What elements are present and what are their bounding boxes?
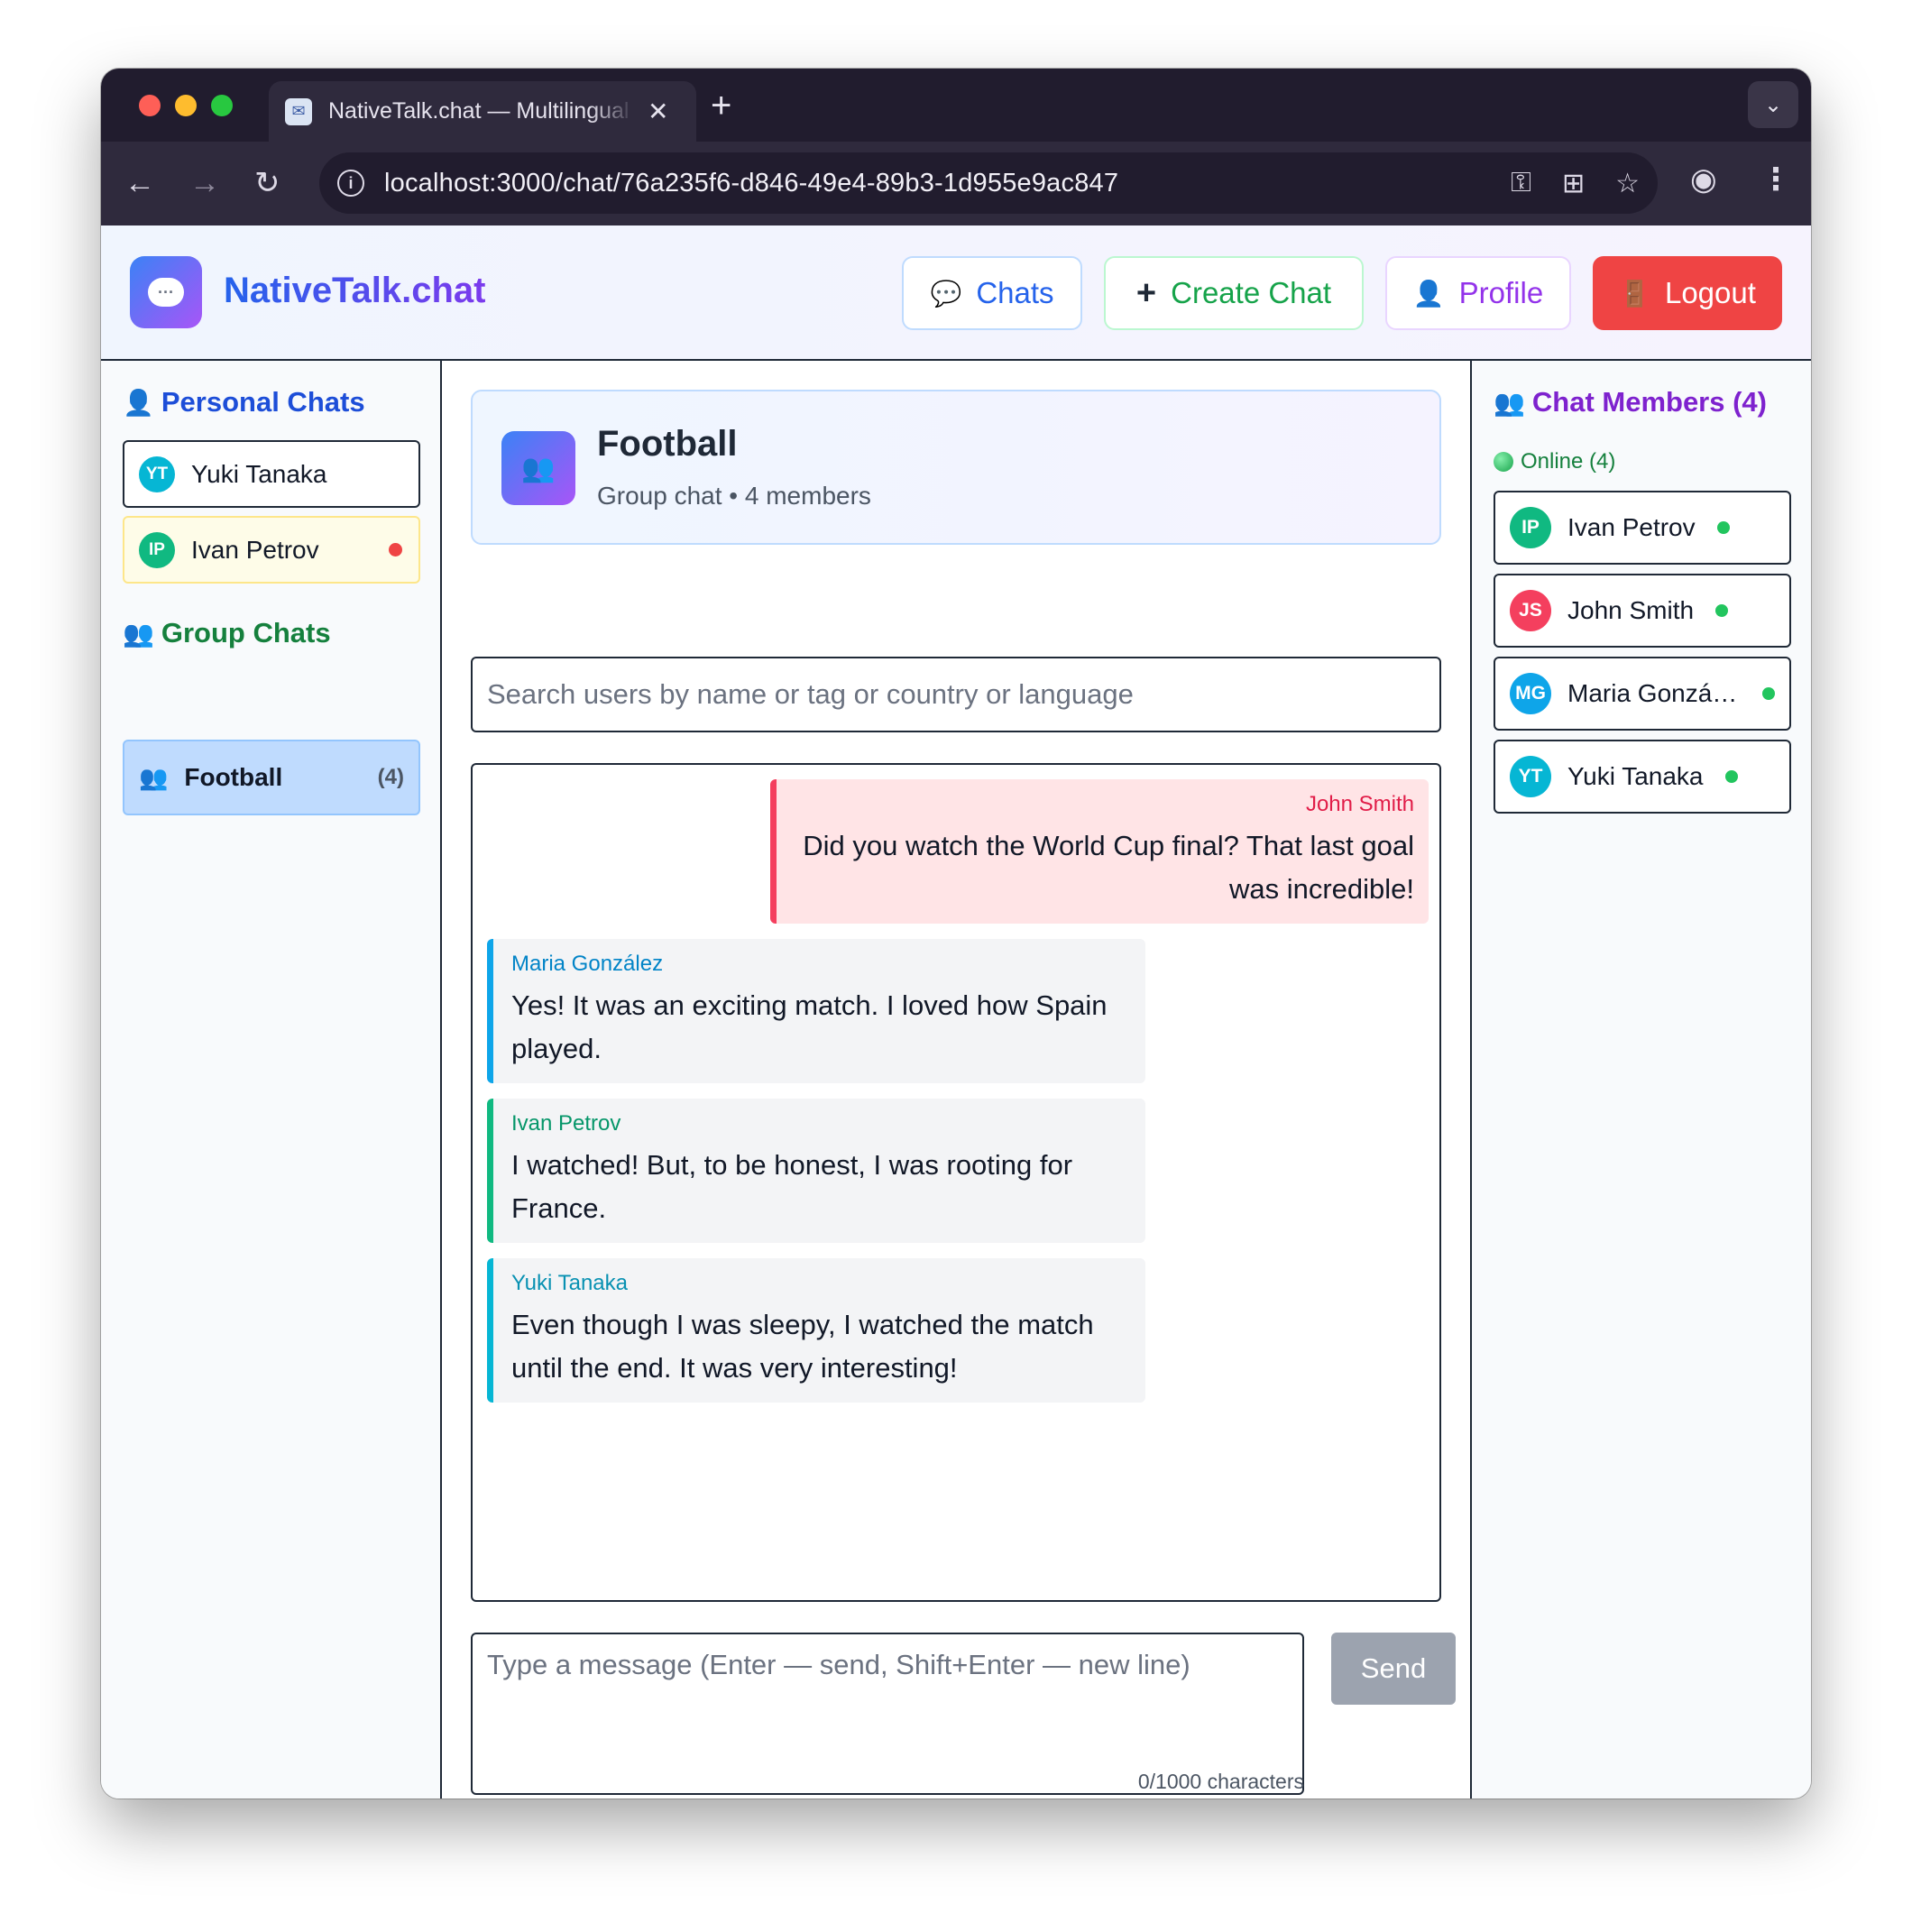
user-icon: 👤 (123, 388, 154, 417)
message-text: Did you watch the World Cup final? That … (803, 830, 1414, 905)
message-bubble: John Smith Did you watch the World Cup f… (770, 779, 1429, 924)
key-icon[interactable]: ⚿ (1511, 168, 1531, 198)
message-list[interactable]: John Smith Did you watch the World Cup f… (471, 763, 1441, 1602)
chat-name: Ivan Petrov (191, 535, 319, 564)
online-count-label: Online (4) (1494, 449, 1615, 474)
members-sidebar: 👥 Chat Members (4) Online (4) IP Ivan Pe… (1470, 361, 1811, 1799)
tab-strip: ✉ NativeTalk.chat — Multilingual ✕ + ⌄ (101, 69, 1811, 142)
chat-name: Football (184, 763, 283, 791)
kebab-menu-icon[interactable]: ⋮ (1760, 161, 1791, 198)
message-sender: Maria González (511, 952, 664, 976)
avatar: YT (139, 455, 175, 492)
address-bar[interactable]: i localhost:3000/chat/76a235f6-d846-49e4… (319, 152, 1658, 214)
translate-icon[interactable]: ⊞ (1562, 168, 1585, 199)
logout-button[interactable]: 🚪 Logout (1593, 256, 1782, 330)
favicon-icon: ✉ (285, 97, 312, 125)
avatar: JS (1510, 590, 1551, 631)
chat-bubble-icon: ··· (148, 278, 184, 307)
unread-indicator (389, 543, 402, 557)
profile-icon[interactable]: ◉ (1690, 161, 1717, 198)
member-ivan-petrov[interactable]: IP Ivan Petrov (1494, 491, 1791, 565)
plus-icon: + (1135, 273, 1157, 312)
message-text: Even though I was sleepy, I watched the … (511, 1309, 1094, 1384)
new-tab-icon[interactable]: + (711, 83, 731, 128)
create-chat-button[interactable]: + Create Chat (1104, 256, 1364, 330)
chat-header-card: 👥 Football Group chat • 4 members (471, 390, 1441, 545)
personal-chat-ivan-petrov[interactable]: IP Ivan Petrov (123, 516, 420, 584)
group-chats-heading: 👥 Group Chats (123, 617, 331, 649)
close-window-button[interactable] (139, 95, 161, 116)
speech-bubble-icon: 💬 (930, 279, 962, 308)
browser-toolbar: ← → ↻ i localhost:3000/chat/76a235f6-d84… (101, 142, 1811, 225)
star-icon[interactable]: ☆ (1615, 168, 1640, 199)
door-icon: 🚪 (1619, 279, 1650, 308)
user-icon: 👤 (1412, 279, 1445, 308)
member-count: (4) (377, 765, 404, 789)
create-chat-label: Create Chat (1171, 276, 1332, 309)
personal-chat-yuki-tanaka[interactable]: YT Yuki Tanaka (123, 440, 420, 508)
group-avatar-icon: 👥 (501, 431, 575, 505)
back-arrow-icon[interactable]: ← (124, 163, 155, 203)
minimize-window-button[interactable] (175, 95, 197, 116)
avatar: IP (1510, 507, 1551, 548)
brand-title[interactable]: NativeTalk.chat (224, 271, 486, 311)
message-sender: Yuki Tanaka (511, 1271, 628, 1295)
close-tab-icon[interactable]: ✕ (648, 97, 668, 126)
reload-icon[interactable]: ↻ (254, 163, 280, 203)
chats-button[interactable]: 💬 Chats (902, 256, 1082, 330)
member-john-smith[interactable]: JS John Smith (1494, 574, 1791, 648)
maximize-window-button[interactable] (211, 95, 233, 116)
avatar: MG (1510, 673, 1551, 714)
member-name: John Smith (1567, 596, 1695, 624)
personal-chats-heading: 👤 Personal Chats (123, 386, 365, 418)
users-icon: 👥 (139, 763, 169, 791)
message-text: I watched! But, to be honest, I was root… (511, 1149, 1073, 1224)
profile-button-label: Profile (1458, 276, 1544, 309)
message-sender: John Smith (1305, 792, 1414, 816)
chat-list-sidebar: 👤 Personal Chats YT Yuki Tanaka IP Ivan … (101, 361, 442, 1799)
member-name: Ivan Petrov (1567, 513, 1696, 541)
browser-tab[interactable]: ✉ NativeTalk.chat — Multilingual ✕ (269, 81, 696, 142)
online-status-dot (1724, 770, 1738, 783)
app-header: ··· NativeTalk.chat 💬 Chats + Create Cha… (101, 225, 1811, 361)
avatar: IP (139, 531, 175, 568)
browser-window: ✉ NativeTalk.chat — Multilingual ✕ + ⌄ ←… (101, 69, 1811, 1799)
online-status-dot (1762, 687, 1775, 700)
message-bubble: Maria González Yes! It was an exciting m… (487, 939, 1145, 1083)
forward-arrow-icon[interactable]: → (189, 163, 220, 203)
tab-search-chevron-icon[interactable]: ⌄ (1748, 81, 1798, 128)
users-icon: 👥 (123, 619, 154, 648)
member-maria-gonzalez[interactable]: MG Maria González (1494, 657, 1791, 731)
member-name: Yuki Tanaka (1567, 762, 1704, 790)
logout-button-label: Logout (1664, 276, 1756, 309)
chat-members-heading: 👥 Chat Members (4) (1494, 386, 1767, 418)
group-chat-football[interactable]: 👥 Football (4) (123, 740, 420, 815)
green-circle-icon (1494, 452, 1513, 472)
chat-main: 👥 Football Group chat • 4 members John S… (442, 361, 1470, 1799)
message-sender: Ivan Petrov (511, 1111, 621, 1136)
user-search-input[interactable] (471, 657, 1441, 732)
chat-name: Yuki Tanaka (191, 459, 327, 488)
online-status-dot (1715, 604, 1729, 617)
member-yuki-tanaka[interactable]: YT Yuki Tanaka (1494, 740, 1791, 814)
chats-button-label: Chats (976, 276, 1054, 309)
url-text[interactable]: localhost:3000/chat/76a235f6-d846-49e4-8… (384, 169, 1480, 198)
users-icon: 👥 (1494, 388, 1525, 417)
message-bubble: Yuki Tanaka Even though I was sleepy, I … (487, 1258, 1145, 1403)
profile-button[interactable]: 👤 Profile (1385, 256, 1571, 330)
message-bubble: Ivan Petrov I watched! But, to be honest… (487, 1099, 1145, 1243)
tab-title: NativeTalk.chat — Multilingual (328, 98, 630, 124)
character-counter: 0/1000 characters (1137, 1770, 1304, 1793)
logo: ··· (130, 256, 202, 328)
member-name: Maria González (1567, 679, 1741, 707)
message-text: Yes! It was an exciting match. I loved h… (511, 989, 1108, 1064)
chat-title: Football (597, 424, 738, 464)
site-info-icon[interactable]: i (337, 170, 364, 197)
online-status-dot (1716, 521, 1730, 534)
avatar: YT (1510, 756, 1551, 797)
chat-subtitle: Group chat • 4 members (597, 482, 871, 510)
send-button[interactable]: Send (1331, 1633, 1456, 1705)
